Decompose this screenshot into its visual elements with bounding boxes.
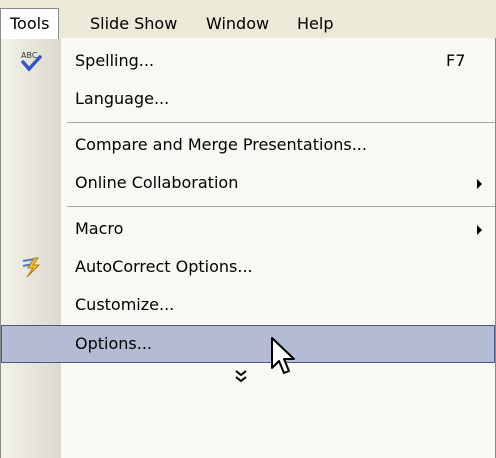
autocorrect-icon xyxy=(19,255,43,279)
menu-item-spelling-shortcut: F7 xyxy=(446,51,466,70)
menu-separator xyxy=(67,122,495,123)
menu-item-macro-label: Macro xyxy=(75,219,124,238)
menu-item-customize-label: Customize... xyxy=(75,295,175,314)
menu-item-compare-merge-label: Compare and Merge Presentations... xyxy=(75,135,367,154)
menu-bar: Tools Slide Show Window Help xyxy=(0,0,496,39)
menu-item-autocorrect-options-label: AutoCorrect Options... xyxy=(75,257,253,276)
menu-tools[interactable]: Tools xyxy=(0,8,60,39)
menu-help-label: Help xyxy=(297,14,334,33)
menu-item-online-collaboration-label: Online Collaboration xyxy=(75,173,239,192)
menu-item-online-collaboration[interactable]: Online Collaboration xyxy=(1,164,495,202)
tools-dropdown-menu: ABC Spelling... F7 Language... Compare a… xyxy=(0,38,496,458)
submenu-arrow-icon xyxy=(477,179,482,189)
menu-item-options-label: Options... xyxy=(75,334,152,353)
menu-item-spelling[interactable]: ABC Spelling... F7 xyxy=(1,42,495,80)
menu-help[interactable]: Help xyxy=(288,9,342,39)
submenu-arrow-icon xyxy=(477,225,482,235)
menu-separator xyxy=(67,206,495,207)
spelling-icon: ABC xyxy=(19,49,43,73)
menu-item-language-label: Language... xyxy=(75,89,170,108)
menu-window-label: Window xyxy=(206,14,270,33)
menu-item-autocorrect-options[interactable]: AutoCorrect Options... xyxy=(1,248,495,286)
menu-item-options[interactable]: Options... xyxy=(1,325,495,363)
menu-tools-label: Tools xyxy=(10,14,50,33)
menu-item-macro[interactable]: Macro xyxy=(1,210,495,248)
svg-text:ABC: ABC xyxy=(21,51,38,60)
mouse-cursor-icon xyxy=(270,336,300,378)
menu-item-spelling-label: Spelling... xyxy=(75,51,155,70)
menu-item-compare-merge[interactable]: Compare and Merge Presentations... xyxy=(1,126,495,164)
menu-window[interactable]: Window xyxy=(197,9,278,39)
menu-slide-show[interactable]: Slide Show xyxy=(81,9,186,39)
menu-item-language[interactable]: Language... xyxy=(1,80,495,118)
menu-slide-show-label: Slide Show xyxy=(90,14,178,33)
menu-item-customize[interactable]: Customize... xyxy=(1,286,495,324)
double-chevron-down-icon[interactable] xyxy=(229,364,253,388)
